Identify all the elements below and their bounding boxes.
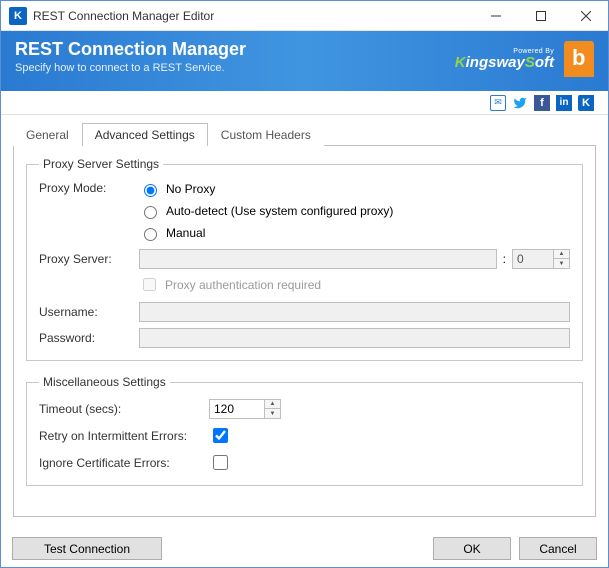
twitter-icon[interactable] (512, 95, 528, 111)
timeout-stepper[interactable]: ▲ ▼ (209, 399, 281, 419)
proxy-port-down-icon[interactable]: ▼ (554, 259, 569, 268)
kingsway-icon[interactable]: K (578, 95, 594, 111)
kingswaysoft-logo: Powered By KingswaySoft (455, 48, 554, 70)
proxy-mode-no-proxy[interactable]: No Proxy (139, 181, 393, 197)
misc-legend: Miscellaneous Settings (39, 375, 170, 389)
proxy-port-input[interactable] (513, 250, 553, 268)
timeout-down-icon[interactable]: ▼ (265, 409, 280, 418)
timeout-label: Timeout (secs): (39, 402, 209, 416)
proxy-auth-required-checkbox[interactable] (143, 278, 156, 291)
tab-bar: General Advanced Settings Custom Headers (13, 122, 596, 146)
password-label: Password: (39, 331, 139, 345)
header-banner: REST Connection Manager Specify how to c… (1, 31, 608, 91)
social-row: ✉ f in K (1, 91, 608, 115)
tab-general[interactable]: General (13, 123, 82, 146)
facebook-icon[interactable]: f (534, 95, 550, 111)
close-button[interactable] (563, 1, 608, 30)
timeout-up-icon[interactable]: ▲ (265, 400, 280, 409)
tab-advanced-settings[interactable]: Advanced Settings (82, 123, 208, 146)
mail-icon[interactable]: ✉ (490, 95, 506, 111)
timeout-input[interactable] (210, 400, 264, 418)
retry-label: Retry on Intermittent Errors: (39, 429, 209, 443)
proxy-mode-auto-radio[interactable] (144, 206, 157, 219)
brand-area: Powered By KingswaySoft (455, 41, 594, 77)
proxy-server-input[interactable] (139, 249, 497, 269)
proxy-settings-group: Proxy Server Settings Proxy Mode: No Pro… (26, 157, 583, 361)
proxy-mode-auto-label: Auto-detect (Use system configured proxy… (166, 204, 393, 218)
retry-checkbox[interactable] (213, 428, 228, 443)
footer-bar: Test Connection OK Cancel (12, 537, 597, 560)
ignore-cert-label: Ignore Certificate Errors: (39, 456, 209, 470)
misc-settings-group: Miscellaneous Settings Timeout (secs): ▲… (26, 375, 583, 486)
app-logo-icon: K (9, 7, 27, 25)
proxy-auth-required-label: Proxy authentication required (165, 278, 321, 292)
proxy-mode-no-proxy-radio[interactable] (144, 184, 157, 197)
product-b-icon (564, 41, 594, 77)
content-area: General Advanced Settings Custom Headers… (1, 115, 608, 517)
titlebar: K REST Connection Manager Editor (1, 1, 608, 31)
username-input[interactable] (139, 302, 570, 322)
ignore-cert-checkbox[interactable] (213, 455, 228, 470)
window-title: REST Connection Manager Editor (33, 9, 473, 23)
proxy-mode-label: Proxy Mode: (39, 181, 139, 195)
ok-button[interactable]: OK (433, 537, 511, 560)
proxy-mode-no-proxy-label: No Proxy (166, 182, 215, 196)
password-input[interactable] (139, 328, 570, 348)
proxy-mode-manual-radio[interactable] (144, 228, 157, 241)
proxy-server-label: Proxy Server: (39, 252, 139, 266)
proxy-port-stepper[interactable]: ▲ ▼ (512, 249, 570, 269)
test-connection-button[interactable]: Test Connection (12, 537, 162, 560)
linkedin-icon[interactable]: in (556, 95, 572, 111)
tab-custom-headers[interactable]: Custom Headers (208, 123, 324, 146)
cancel-button[interactable]: Cancel (519, 537, 597, 560)
proxy-port-separator: : (503, 252, 506, 266)
proxy-port-up-icon[interactable]: ▲ (554, 250, 569, 259)
proxy-legend: Proxy Server Settings (39, 157, 163, 171)
proxy-mode-auto[interactable]: Auto-detect (Use system configured proxy… (139, 203, 393, 219)
proxy-auth-required-row[interactable]: Proxy authentication required (139, 275, 570, 294)
proxy-mode-manual[interactable]: Manual (139, 225, 393, 241)
minimize-button[interactable] (473, 1, 518, 30)
username-label: Username: (39, 305, 139, 319)
maximize-button[interactable] (518, 1, 563, 30)
proxy-mode-manual-label: Manual (166, 226, 205, 240)
tab-panel-advanced: Proxy Server Settings Proxy Mode: No Pro… (13, 145, 596, 517)
